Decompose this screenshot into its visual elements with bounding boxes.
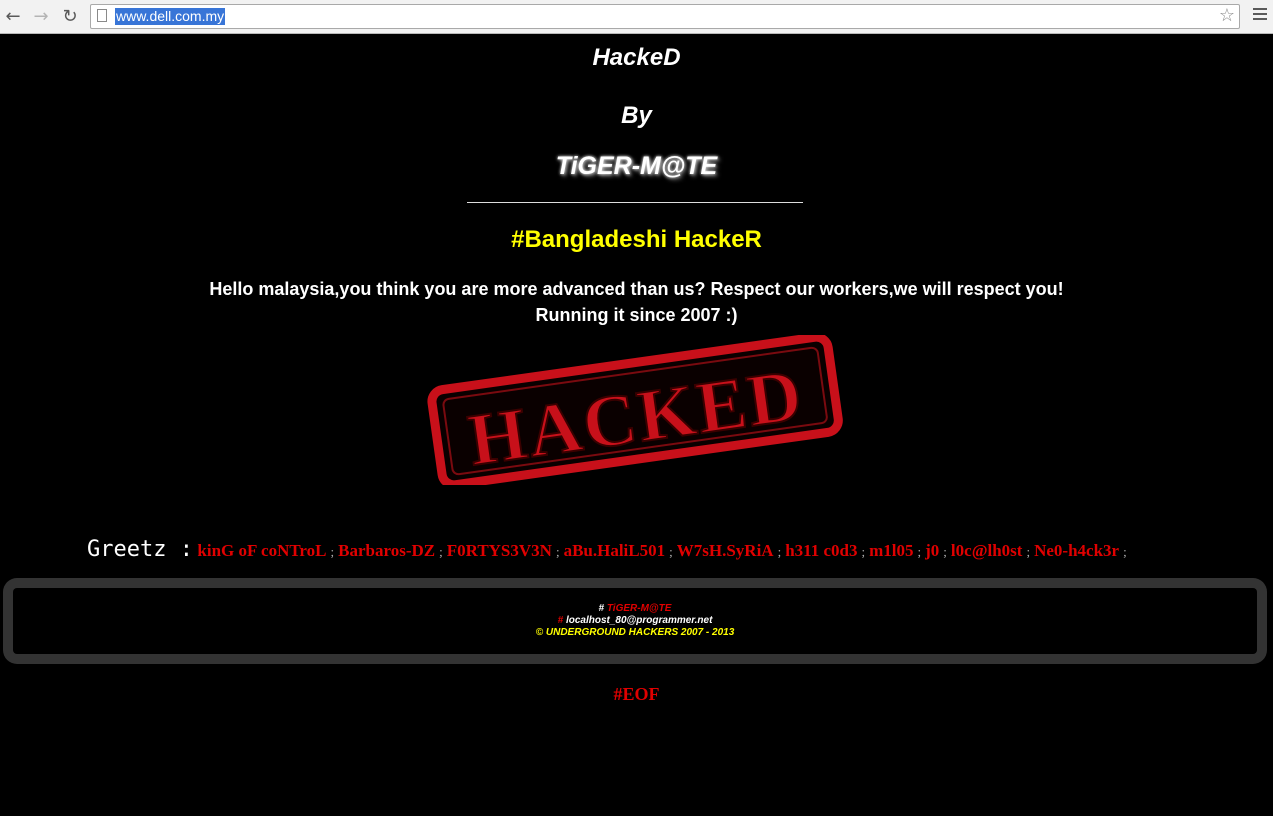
message: Hello malaysia,you think you are more ad… [0,276,1273,328]
footer-email-line: # localhost_80@programmer.net [13,615,1257,627]
greetz-name: F0RTYS3V3N [446,541,552,560]
greetz-separator: ; [555,544,560,559]
greetz-name: j0 [925,541,940,560]
hacked-stamp-image: HACKED [420,332,850,490]
greetz-name: Barbaros-DZ [338,541,436,560]
footer-email: localhost_80@programmer.net [565,615,713,626]
greetz-name: W7sH.SyRiA [676,541,774,560]
greetz-name: l0c@lh0st [950,541,1023,560]
greetz-name: Ne0-h4ck3r [1034,541,1120,560]
footer-copyright: © UNDERGROUND HACKERS 2007 - 2013 [535,627,735,638]
greetz-separator: ; [777,544,782,559]
greetz-separator: ; [1123,544,1127,559]
browser-toolbar: ← → ↻ www.dell.com.my ☆ [0,0,1273,34]
greetz-separator: ; [917,544,922,559]
forward-arrow-icon[interactable]: → [30,6,52,28]
menu-icon[interactable] [1253,8,1267,23]
footer-author: TiGER-M@TE [606,603,672,614]
greetz-separator: ; [330,544,335,559]
url-text[interactable]: www.dell.com.my [115,8,226,25]
greetz-list: Greetz : kinG oF coNTroL; Barbaros-DZ; F0R… [87,537,1131,562]
reload-icon[interactable]: ↻ [59,6,81,28]
page-title: HackeD [592,44,681,71]
greetz-label: Greetz : [87,537,193,562]
greetz-separator: ; [943,544,947,559]
group-name: #Bangladeshi HackeR [511,226,762,253]
back-arrow-icon[interactable]: ← [2,6,24,28]
greetz-separator: ; [439,544,443,559]
message-line-1: Hello malaysia,you think you are more ad… [209,279,1064,299]
footer-hash-2: # [557,615,564,626]
author-name: TiGER-M@TE [555,152,718,180]
greetz-name: aBu.HaliL501 [563,541,666,560]
divider [467,202,803,203]
greetz-names: kinG oF coNTroL; Barbaros-DZ; F0RTYS3V3N; a… [197,541,1130,560]
greetz-name: m1l05 [869,541,914,560]
address-bar[interactable]: www.dell.com.my ☆ [90,4,1240,29]
footer-hash: # [598,603,605,614]
eof-text: #EOF [613,684,660,704]
greetz-separator: ; [669,544,673,559]
footer-inner: # TiGER-M@TE # localhost_80@programmer.n… [13,588,1257,654]
star-icon[interactable]: ☆ [1219,6,1235,26]
footer-author-line: # TiGER-M@TE [13,603,1257,615]
message-line-2: Running it since 2007 :) [535,305,738,325]
footer-box: # TiGER-M@TE # localhost_80@programmer.n… [3,578,1267,664]
by-text: By [621,102,652,129]
page-icon [97,9,107,22]
greetz-separator: ; [861,544,866,559]
greetz-name: kinG oF coNTroL [197,541,327,560]
greetz-separator: ; [1026,544,1031,559]
greetz-name: h311 c0d3 [785,541,858,560]
